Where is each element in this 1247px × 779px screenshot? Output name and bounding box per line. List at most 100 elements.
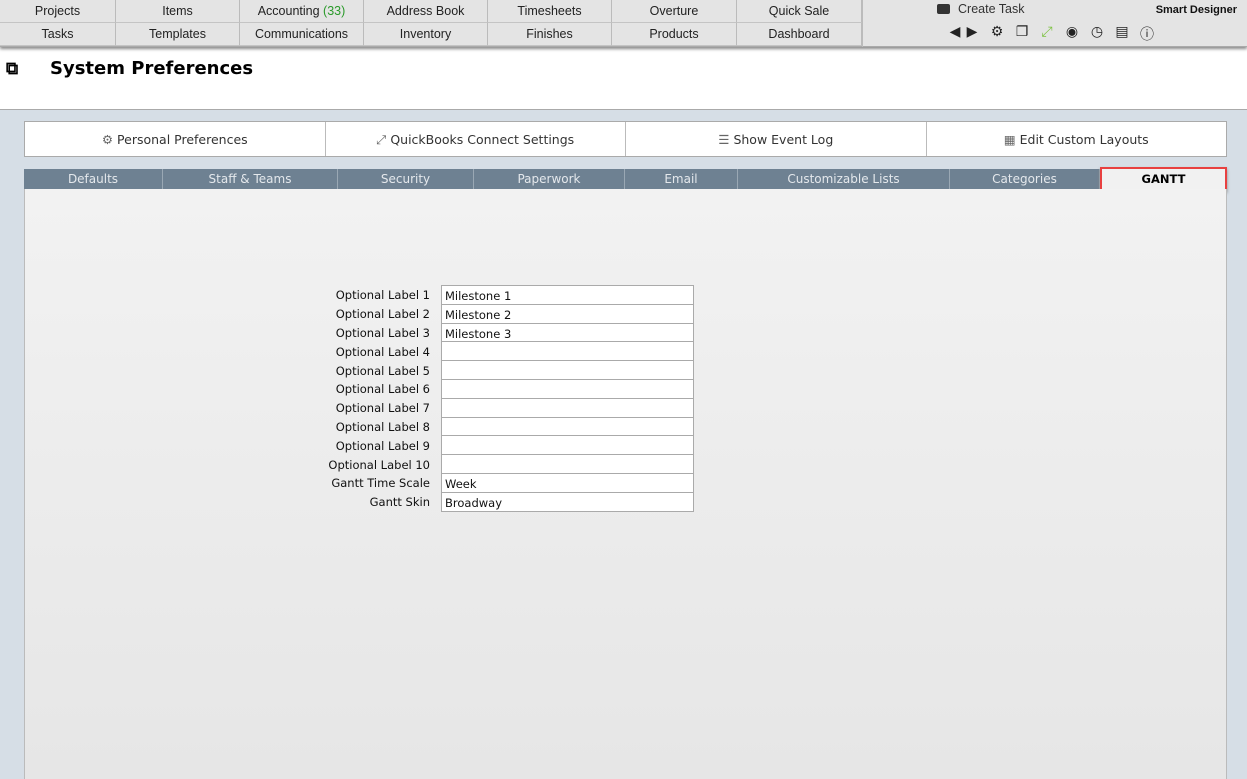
form-row: Optional Label 10 (325, 454, 694, 474)
create-task-button[interactable]: Create Task (937, 2, 1024, 16)
preferences-button-bar: ⚙ Personal Preferences ⤢ QuickBooks Connect… (24, 121, 1227, 157)
optional-label-8-input[interactable] (441, 416, 694, 437)
nav-label: Accounting (257, 4, 320, 18)
optional-label-5-input[interactable] (441, 360, 694, 380)
nav-finishes[interactable]: Finishes (488, 23, 612, 46)
nav-label: Templates (149, 27, 206, 41)
quickbooks-connect-settings-button[interactable]: ⤢ QuickBooks Connect Settings (326, 122, 626, 156)
tab-paperwork[interactable]: Paperwork (474, 169, 625, 189)
form-row: Optional Label 4 (325, 341, 694, 362)
nav-accounting[interactable]: Accounting (33) (240, 0, 364, 23)
nav-tasks[interactable]: Tasks (0, 23, 116, 46)
form-row: Optional Label 3 Milestone 3 (325, 322, 694, 343)
clock-icon[interactable]: ◷ (1089, 24, 1105, 44)
create-task-label: Create Task (958, 2, 1025, 16)
field-label: Optional Label 9 (335, 438, 430, 453)
field-label: Optional Label 2 (335, 307, 430, 322)
top-nav: Projects Items Accounting (33) Address Book… (0, 0, 1247, 47)
optional-label-9-input[interactable] (441, 435, 694, 456)
optional-label-10-input[interactable] (441, 454, 694, 474)
nav-templates[interactable]: Templates (116, 23, 240, 46)
optional-label-3-input[interactable]: Milestone 3 (441, 322, 694, 343)
nav-overture[interactable]: Overture (612, 0, 737, 23)
optional-label-6-input[interactable] (441, 378, 694, 399)
button-label: Show Event Log (733, 132, 834, 147)
page-title: System Preferences (50, 58, 254, 79)
tab-security[interactable]: Security (338, 169, 474, 189)
accounting-count-badge: (33) (323, 4, 346, 18)
table-icon: ▦ (1003, 132, 1016, 147)
arrow-left-icon[interactable]: ◀ (947, 24, 963, 44)
nav-label: Products (649, 27, 699, 41)
tab-staff-teams[interactable]: Staff & Teams (163, 169, 338, 189)
nav-communications[interactable]: Communications (240, 23, 364, 46)
toolbar-icons: ◀ ▶ ⚙ ❐ ⤢ ◉ ◷ ▤ ⓘ (947, 24, 1155, 44)
list-icon: ☰ (718, 132, 730, 147)
form-row: Optional Label 7 (325, 397, 694, 418)
field-label: Optional Label 4 (335, 344, 430, 359)
gantt-skin-input[interactable]: Broadway (441, 491, 694, 512)
gear-icon: ⚙ (101, 132, 114, 147)
nav-label: Projects (34, 4, 81, 18)
chat-icon (937, 4, 950, 14)
external-link-icon[interactable]: ⧉ (6, 59, 18, 79)
tab-customizable-lists[interactable]: Customizable Lists (738, 169, 950, 189)
nav-label: Finishes (526, 27, 573, 41)
windows-icon[interactable]: ❐ (1014, 24, 1030, 44)
arrow-right-icon[interactable]: ▶ (964, 24, 980, 44)
tab-gantt[interactable]: GANTT (1100, 167, 1227, 191)
info-icon[interactable]: ⓘ (1139, 24, 1155, 44)
optional-label-4-input[interactable] (441, 341, 694, 362)
form-row: Optional Label 5 (325, 360, 694, 380)
nav-label: Quick Sale (768, 4, 830, 18)
nav-label: Dashboard (768, 27, 830, 41)
nav-label: Communications (254, 27, 349, 41)
gantt-time-scale-input[interactable]: Week (441, 472, 694, 493)
nav-label: Inventory (399, 27, 452, 41)
expand-icon[interactable]: ⤢ (1039, 24, 1055, 44)
user-name[interactable]: Smart Designer (1156, 4, 1237, 16)
gear-icon[interactable]: ⚙ (989, 24, 1005, 44)
edit-custom-layouts-button[interactable]: ▦ Edit Custom Layouts (927, 122, 1227, 156)
tab-categories[interactable]: Categories (950, 169, 1100, 189)
nav-timesheets[interactable]: Timesheets (488, 0, 612, 23)
nav-inventory[interactable]: Inventory (364, 23, 488, 46)
field-label: Optional Label 5 (335, 363, 430, 378)
field-label: Optional Label 10 (328, 457, 430, 472)
form-row: Gantt Skin Broadway (325, 491, 694, 512)
nav-projects[interactable]: Projects (0, 0, 116, 23)
tab-email[interactable]: Email (625, 169, 738, 189)
form-row: Optional Label 6 (325, 378, 694, 399)
nav-grid: Projects Items Accounting (33) Address Book… (0, 0, 862, 46)
nav-dashboard[interactable]: Dashboard (737, 23, 862, 46)
gantt-form: Optional Label 1 Milestone 1 Optional Labe… (325, 285, 694, 512)
nav-quick-sale[interactable]: Quick Sale (737, 0, 862, 23)
personal-preferences-button[interactable]: ⚙ Personal Preferences (25, 122, 326, 156)
nav-items[interactable]: Items (116, 0, 240, 23)
form-row: Optional Label 9 (325, 435, 694, 456)
nav-products[interactable]: Products (612, 23, 737, 46)
page-header: ⧉ System Preferences (0, 47, 1247, 110)
optional-label-2-input[interactable]: Milestone 2 (441, 303, 694, 324)
user-icon[interactable]: ◉ (1064, 24, 1080, 44)
field-label: Gantt Skin (369, 495, 430, 510)
news-icon[interactable]: ▤ (1114, 24, 1130, 44)
tab-defaults[interactable]: Defaults (24, 169, 163, 189)
field-label: Gantt Time Scale (331, 476, 430, 491)
optional-label-7-input[interactable] (441, 397, 694, 418)
form-row: Gantt Time Scale Week (325, 472, 694, 493)
form-row: Optional Label 1 Milestone 1 (325, 285, 694, 305)
form-row: Optional Label 8 (325, 416, 694, 437)
tab-bar: Defaults Staff & Teams Security Paperwork Em… (24, 167, 1227, 191)
button-label: Edit Custom Layouts (1019, 132, 1149, 147)
gantt-panel: Optional Label 1 Milestone 1 Optional Labe… (24, 189, 1227, 779)
form-row: Optional Label 2 Milestone 2 (325, 303, 694, 324)
nav-label: Overture (649, 4, 699, 18)
field-label: Optional Label 3 (335, 325, 430, 340)
nav-label: Items (162, 4, 193, 18)
optional-label-1-input[interactable]: Milestone 1 (441, 285, 694, 305)
top-right-panel: Create Task Smart Designer ◀ ▶ ⚙ ❐ ⤢ ◉ ◷… (862, 0, 1247, 47)
nav-address-book[interactable]: Address Book (364, 0, 488, 23)
show-event-log-button[interactable]: ☰ Show Event Log (626, 122, 927, 156)
field-label: Optional Label 1 (335, 288, 430, 303)
